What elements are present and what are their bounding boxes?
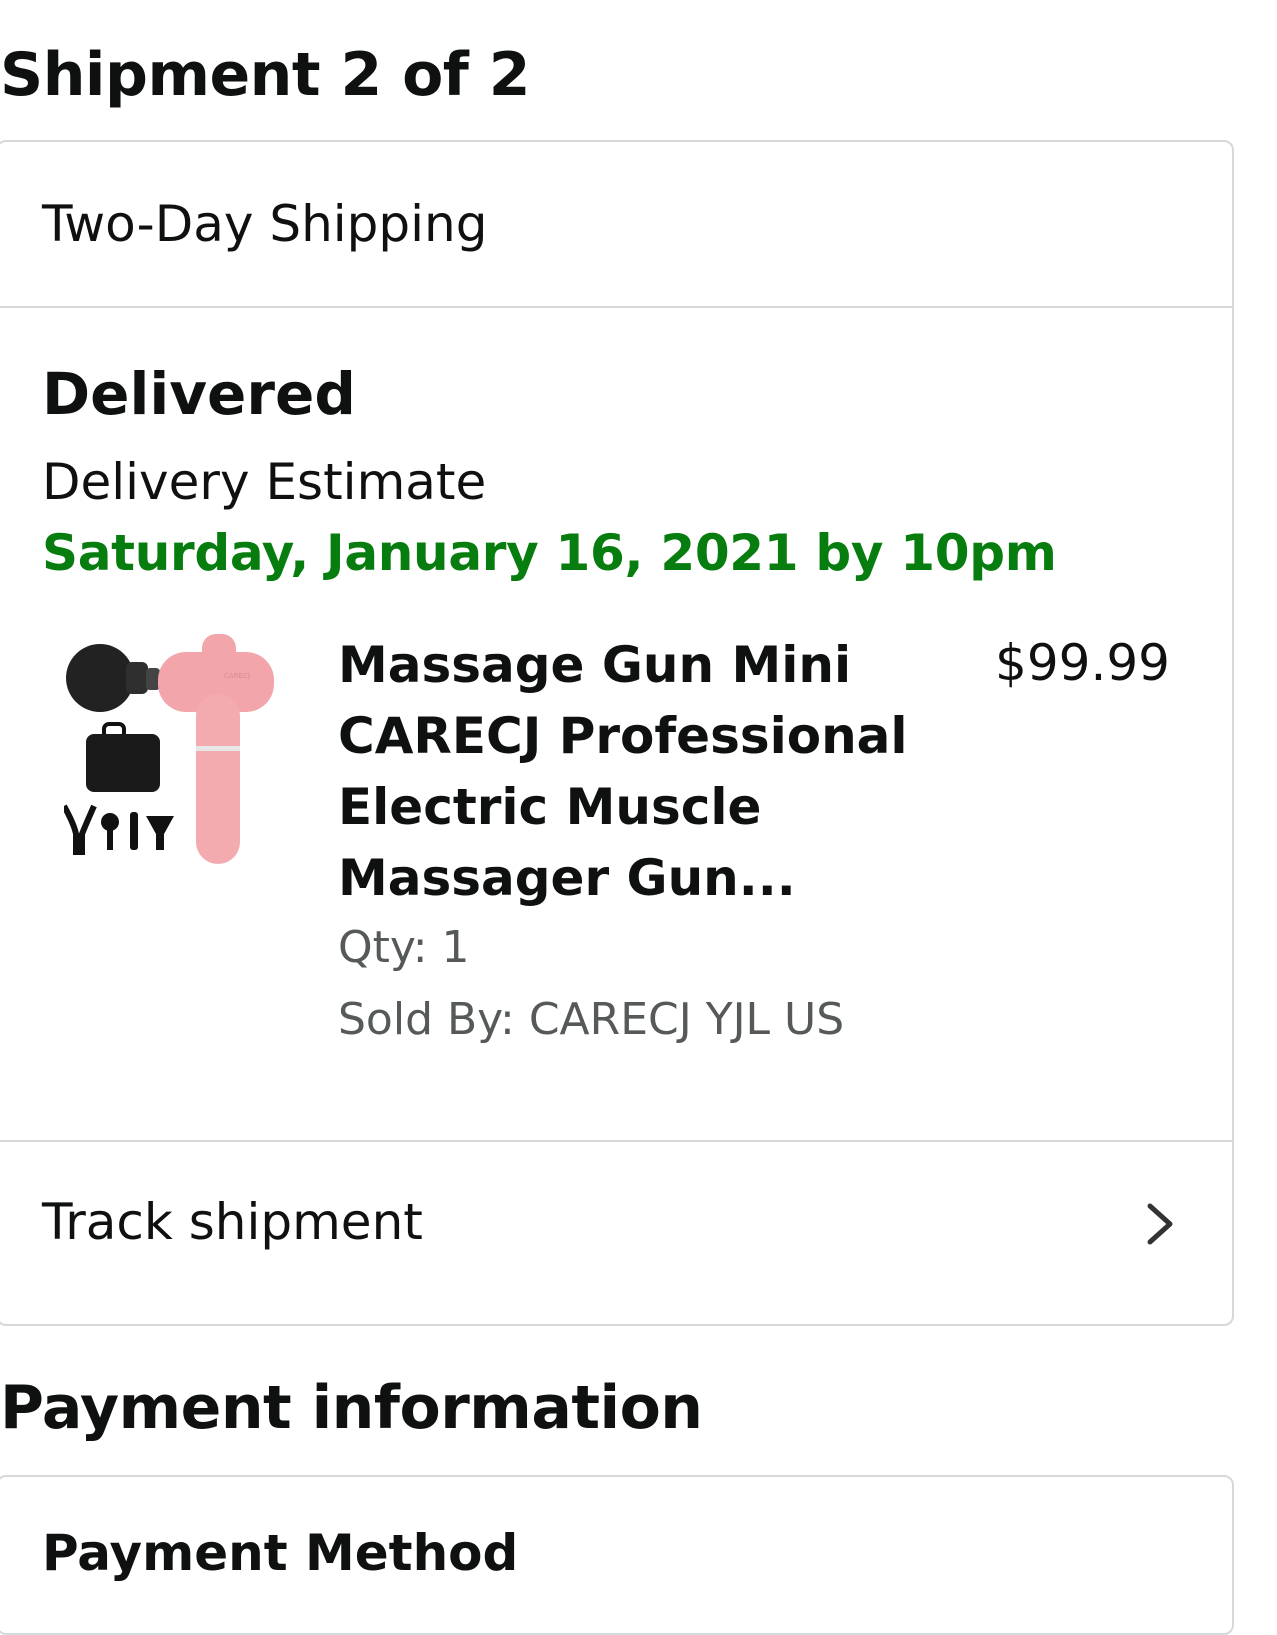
- product-title-line: Massage Gun Mini: [338, 636, 852, 694]
- product-seller: Sold By: CARECJ YJL US: [338, 994, 845, 1045]
- delivery-estimate-date: Saturday, January 16, 2021 by 10pm: [42, 524, 1057, 582]
- product-title-line: Electric Muscle: [338, 778, 762, 836]
- brand-mark: CARECJ: [224, 672, 250, 680]
- payment-information-title: Payment information: [0, 1373, 703, 1443]
- product-price: $99.99: [995, 634, 1170, 692]
- chevron-right-icon: [1147, 1203, 1173, 1245]
- product-quantity: Qty: 1: [338, 922, 470, 973]
- shipping-method: Two-Day Shipping: [42, 195, 488, 253]
- divider: [0, 306, 1232, 308]
- delivery-estimate-label: Delivery Estimate: [42, 453, 487, 511]
- track-shipment-label: Track shipment: [42, 1193, 423, 1251]
- product-image[interactable]: CARECJ: [61, 634, 284, 874]
- payment-card: Payment Method: [0, 1475, 1234, 1635]
- shipment-card: Two-Day Shipping Delivered Delivery Esti…: [0, 140, 1234, 1326]
- shipment-title: Shipment 2 of 2: [0, 40, 531, 110]
- product-title-link[interactable]: Massage Gun Mini CARECJ Professional Ele…: [338, 630, 908, 914]
- payment-method-label: Payment Method: [42, 1524, 519, 1582]
- product-title-line: Massager Gun...: [338, 849, 796, 907]
- product-title-line: CARECJ Professional: [338, 707, 908, 765]
- track-shipment-row[interactable]: Track shipment: [0, 1142, 1232, 1308]
- delivery-status: Delivered: [42, 360, 356, 428]
